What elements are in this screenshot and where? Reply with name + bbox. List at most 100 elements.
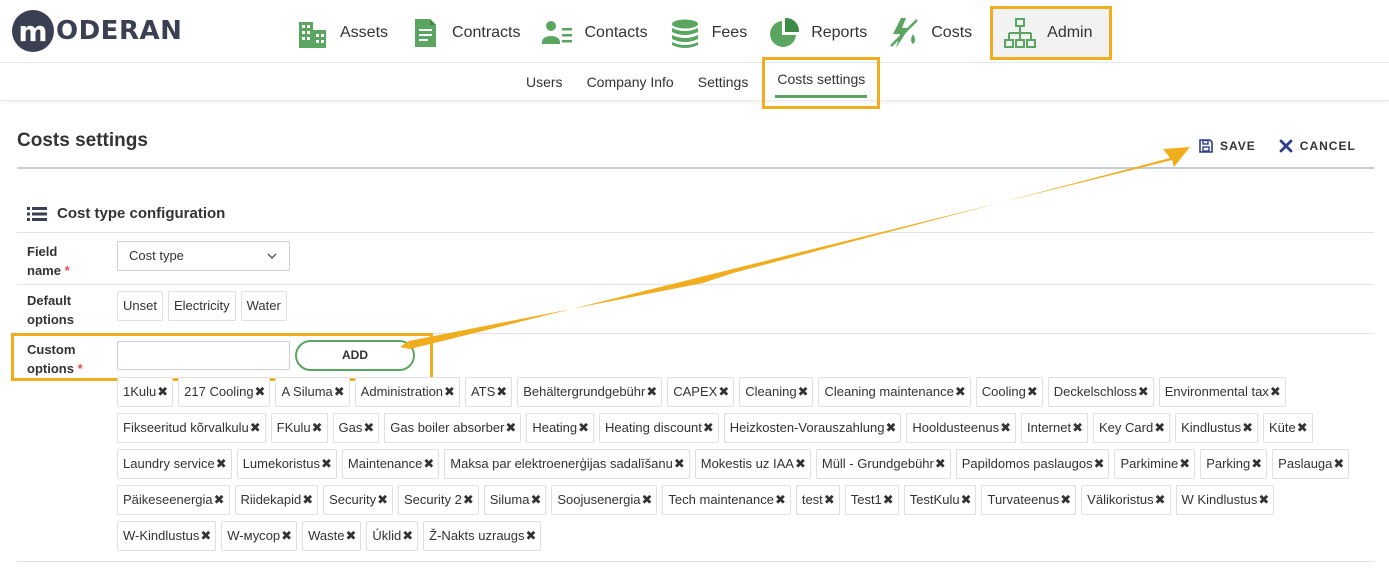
subnav-company-info[interactable]: Company Info <box>575 63 686 101</box>
tag-label: W-мусор <box>227 528 281 543</box>
add-button[interactable]: ADD <box>295 340 415 371</box>
custom-option-tag: Heating discount ✖ <box>599 413 719 443</box>
field-name-select[interactable]: Cost type <box>117 241 290 271</box>
remove-tag-icon[interactable]: ✖ <box>200 522 211 550</box>
remove-tag-icon[interactable]: ✖ <box>955 378 966 406</box>
tag-label: Key Card <box>1099 420 1154 435</box>
custom-option-tag: Turvateenus ✖ <box>981 485 1077 515</box>
remove-tag-icon[interactable]: ✖ <box>496 378 507 406</box>
remove-tag-icon[interactable]: ✖ <box>1251 450 1262 478</box>
tag-label: Siluma <box>489 492 530 507</box>
custom-option-tag: Behältergrundgebühr ✖ <box>517 377 663 407</box>
custom-option-tag: Hooldusteenus ✖ <box>906 413 1016 443</box>
remove-tag-icon[interactable]: ✖ <box>642 486 653 514</box>
nav-label: Contacts <box>584 24 648 41</box>
custom-option-tag: Security 2 ✖ <box>398 485 479 515</box>
logo-mark: m <box>12 10 54 52</box>
custom-option-tag: Parking ✖ <box>1200 449 1268 479</box>
remove-tag-icon[interactable]: ✖ <box>312 414 323 442</box>
remove-tag-icon[interactable]: ✖ <box>250 414 261 442</box>
nav-costs[interactable]: Costs <box>881 6 986 60</box>
remove-tag-icon[interactable]: ✖ <box>530 486 541 514</box>
remove-tag-icon[interactable]: ✖ <box>214 486 225 514</box>
nav-assets[interactable]: Assets <box>290 6 402 60</box>
remove-tag-icon[interactable]: ✖ <box>1333 450 1344 478</box>
save-button[interactable]: SAVE <box>1198 138 1256 154</box>
default-option: Water <box>240 291 287 321</box>
remove-tag-icon[interactable]: ✖ <box>961 486 972 514</box>
cancel-label: CANCEL <box>1299 139 1356 153</box>
remove-tag-icon[interactable]: ✖ <box>526 522 537 550</box>
nav-contacts[interactable]: Contacts <box>534 6 661 60</box>
nav-reports[interactable]: Reports <box>761 6 881 60</box>
nav-label: Contracts <box>452 24 521 41</box>
custom-option-input[interactable] <box>117 341 290 370</box>
custom-option-tag: Úklid ✖ <box>366 521 419 551</box>
remove-tag-icon[interactable]: ✖ <box>798 378 809 406</box>
remove-tag-icon[interactable]: ✖ <box>157 378 168 406</box>
remove-tag-icon[interactable]: ✖ <box>718 378 729 406</box>
custom-option-tag: Siluma ✖ <box>483 485 547 515</box>
remove-tag-icon[interactable]: ✖ <box>1179 450 1190 478</box>
tag-label: ATS <box>470 384 496 399</box>
remove-tag-icon[interactable]: ✖ <box>795 450 806 478</box>
subnav-costs-settings[interactable]: Costs settings <box>762 57 881 109</box>
custom-option-tag: Parkimine ✖ <box>1114 449 1196 479</box>
remove-tag-icon[interactable]: ✖ <box>578 414 589 442</box>
nav-admin[interactable]: Admin <box>990 6 1112 60</box>
tag-label: CAPEX <box>673 384 718 399</box>
custom-option-tag: Administration ✖ <box>354 377 460 407</box>
tag-label: Maksa par elektroenerģijas sadalīšanu <box>450 456 673 471</box>
label-line: Custom <box>27 342 76 357</box>
chevron-down-icon <box>267 253 277 259</box>
remove-tag-icon[interactable]: ✖ <box>674 450 685 478</box>
custom-option-tag: Ž-Nakts uzraugs ✖ <box>423 521 542 551</box>
remove-tag-icon[interactable]: ✖ <box>885 414 896 442</box>
custom-option-tag: W-мусор ✖ <box>221 521 298 551</box>
remove-tag-icon[interactable]: ✖ <box>216 450 227 478</box>
remove-tag-icon[interactable]: ✖ <box>703 414 714 442</box>
required-mark: * <box>77 361 83 376</box>
remove-tag-icon[interactable]: ✖ <box>935 450 946 478</box>
remove-tag-icon[interactable]: ✖ <box>334 378 345 406</box>
remove-tag-icon[interactable]: ✖ <box>646 378 657 406</box>
remove-tag-icon[interactable]: ✖ <box>363 414 374 442</box>
remove-tag-icon[interactable]: ✖ <box>1297 414 1308 442</box>
subnav-users[interactable]: Users <box>514 63 575 101</box>
remove-tag-icon[interactable]: ✖ <box>1000 414 1011 442</box>
remove-tag-icon[interactable]: ✖ <box>321 450 332 478</box>
custom-option-tag: Müll - Grundgebühr ✖ <box>815 449 951 479</box>
remove-tag-icon[interactable]: ✖ <box>255 378 266 406</box>
remove-tag-icon[interactable]: ✖ <box>377 486 388 514</box>
remove-tag-icon[interactable]: ✖ <box>1242 414 1253 442</box>
default-option: Electricity <box>167 291 236 321</box>
remove-tag-icon[interactable]: ✖ <box>505 414 516 442</box>
nav-contracts[interactable]: Contracts <box>402 6 534 60</box>
remove-tag-icon[interactable]: ✖ <box>402 522 413 550</box>
remove-tag-icon[interactable]: ✖ <box>1072 414 1083 442</box>
remove-tag-icon[interactable]: ✖ <box>1270 378 1281 406</box>
remove-tag-icon[interactable]: ✖ <box>1138 378 1149 406</box>
remove-tag-icon[interactable]: ✖ <box>345 522 356 550</box>
remove-tag-icon[interactable]: ✖ <box>1094 450 1105 478</box>
cancel-button[interactable]: CANCEL <box>1278 138 1356 154</box>
subnav-settings[interactable]: Settings <box>686 63 761 101</box>
remove-tag-icon[interactable]: ✖ <box>302 486 313 514</box>
remove-tag-icon[interactable]: ✖ <box>1155 486 1166 514</box>
remove-tag-icon[interactable]: ✖ <box>444 378 455 406</box>
remove-tag-icon[interactable]: ✖ <box>1154 414 1165 442</box>
remove-tag-icon[interactable]: ✖ <box>883 486 894 514</box>
remove-tag-icon[interactable]: ✖ <box>281 522 292 550</box>
nav-fees[interactable]: Fees <box>662 6 762 60</box>
remove-tag-icon[interactable]: ✖ <box>1258 486 1269 514</box>
remove-tag-icon[interactable]: ✖ <box>423 450 434 478</box>
custom-option-tag: W-Kindlustus ✖ <box>117 521 217 551</box>
remove-tag-icon[interactable]: ✖ <box>824 486 835 514</box>
main-nav: Assets Contracts Contacts Fees Reports C… <box>290 6 1112 60</box>
remove-tag-icon[interactable]: ✖ <box>1060 486 1071 514</box>
remove-tag-icon[interactable]: ✖ <box>463 486 474 514</box>
moderan-logo[interactable]: m ODERAN <box>12 9 182 53</box>
remove-tag-icon[interactable]: ✖ <box>1027 378 1038 406</box>
org-chart-icon <box>1004 18 1037 48</box>
remove-tag-icon[interactable]: ✖ <box>775 486 786 514</box>
